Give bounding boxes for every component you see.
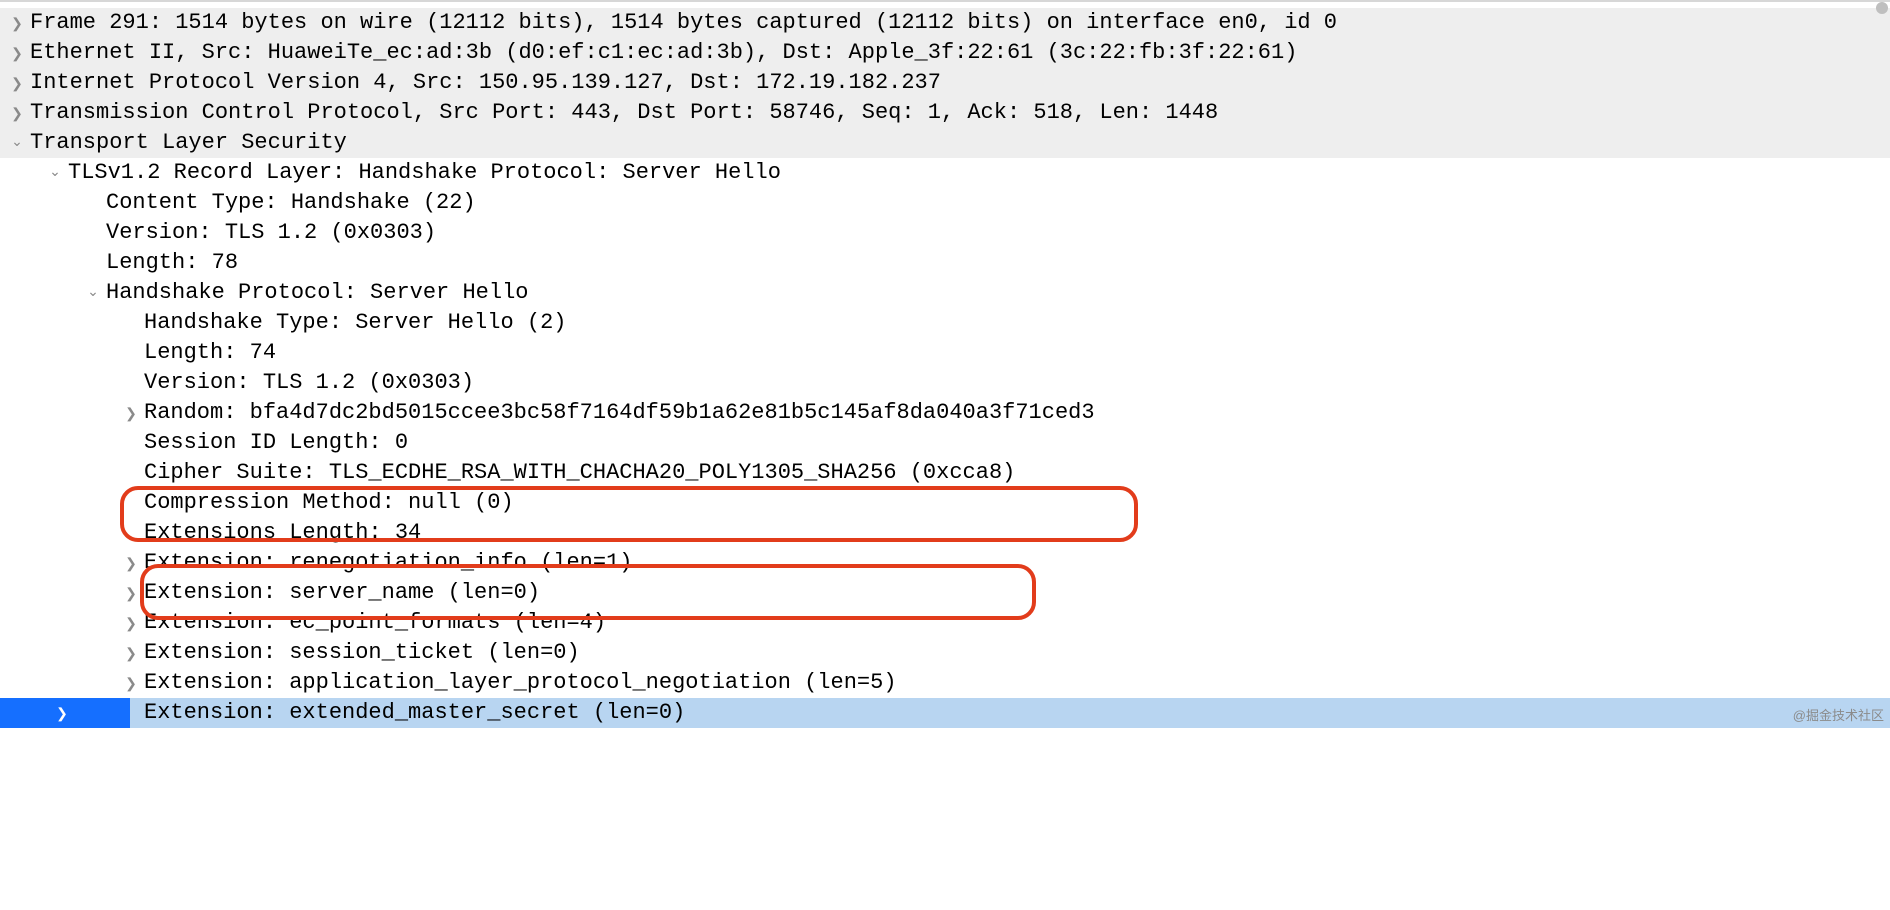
ip-row[interactable]: Internet Protocol Version 4, Src: 150.95… xyxy=(0,68,1890,98)
ethernet-text: Ethernet II, Src: HuaweiTe_ec:ad:3b (d0:… xyxy=(30,38,1297,67)
hs-version-row[interactable]: Version: TLS 1.2 (0x0303) xyxy=(0,368,1890,398)
chevron-right-icon xyxy=(124,578,138,608)
ext-renegotiation-text: Extension: renegotiation_info (len=1) xyxy=(144,548,632,577)
length-text: Length: 78 xyxy=(106,248,238,277)
chevron-right-icon xyxy=(10,68,24,98)
compression-text: Compression Method: null (0) xyxy=(144,488,514,517)
ext-sni-text: Extension: server_name (len=0) xyxy=(144,578,540,607)
chevron-down-icon xyxy=(86,278,100,308)
scrollbar-thumb[interactable] xyxy=(1876,2,1888,14)
chevron-right-icon xyxy=(124,608,138,638)
content-type-text: Content Type: Handshake (22) xyxy=(106,188,476,217)
ext-renegotiation-row[interactable]: Extension: renegotiation_info (len=1) xyxy=(0,548,1890,578)
chevron-right-icon xyxy=(55,698,69,728)
ext-ecpoint-text: Extension: ec_point_formats (len=4) xyxy=(144,608,606,637)
record-text: TLSv1.2 Record Layer: Handshake Protocol… xyxy=(68,158,781,187)
ip-text: Internet Protocol Version 4, Src: 150.95… xyxy=(30,68,941,97)
frame-text: Frame 291: 1514 bytes on wire (12112 bit… xyxy=(30,8,1337,37)
handshake-text: Handshake Protocol: Server Hello xyxy=(106,278,528,307)
compression-row[interactable]: Compression Method: null (0) xyxy=(0,488,1890,518)
chevron-right-icon xyxy=(124,638,138,668)
tcp-row[interactable]: Transmission Control Protocol, Src Port:… xyxy=(0,98,1890,128)
ext-session-ticket-text: Extension: session_ticket (len=0) xyxy=(144,638,580,667)
ext-alpn-row[interactable]: Extension: application_layer_protocol_ne… xyxy=(0,668,1890,698)
packet-details-panel: Frame 291: 1514 bytes on wire (12112 bit… xyxy=(0,0,1890,728)
tls-text: Transport Layer Security xyxy=(30,128,347,157)
frame-row[interactable]: Frame 291: 1514 bytes on wire (12112 bit… xyxy=(0,8,1890,38)
ext-ecpoint-row[interactable]: Extension: ec_point_formats (len=4) xyxy=(0,608,1890,638)
version-text: Version: TLS 1.2 (0x0303) xyxy=(106,218,436,247)
ext-sni-row[interactable]: Extension: server_name (len=0) xyxy=(0,578,1890,608)
tls-row[interactable]: Transport Layer Security xyxy=(0,128,1890,158)
hs-length-text: Length: 74 xyxy=(144,338,276,367)
chevron-right-icon xyxy=(10,38,24,68)
chevron-right-icon xyxy=(124,398,138,428)
extensions-length-row[interactable]: Extensions Length: 34 xyxy=(0,518,1890,548)
hs-length-row[interactable]: Length: 74 xyxy=(0,338,1890,368)
chevron-right-icon xyxy=(124,668,138,698)
ext-ems-row-selected[interactable]: Extension: extended_master_secret (len=0… xyxy=(0,698,1890,728)
content-type-row[interactable]: Content Type: Handshake (22) xyxy=(0,188,1890,218)
ext-ems-text: Extension: extended_master_secret (len=0… xyxy=(144,698,685,727)
length-row[interactable]: Length: 78 xyxy=(0,248,1890,278)
random-row[interactable]: Random: bfa4d7dc2bd5015ccee3bc58f7164df5… xyxy=(0,398,1890,428)
top-layers-block: Frame 291: 1514 bytes on wire (12112 bit… xyxy=(0,8,1890,158)
tcp-text: Transmission Control Protocol, Src Port:… xyxy=(30,98,1218,127)
ext-alpn-text: Extension: application_layer_protocol_ne… xyxy=(144,668,897,697)
session-id-length-row[interactable]: Session ID Length: 0 xyxy=(0,428,1890,458)
cipher-suite-text: Cipher Suite: TLS_ECDHE_RSA_WITH_CHACHA2… xyxy=(144,458,1015,487)
ethernet-row[interactable]: Ethernet II, Src: HuaweiTe_ec:ad:3b (d0:… xyxy=(0,38,1890,68)
hs-version-text: Version: TLS 1.2 (0x0303) xyxy=(144,368,474,397)
handshake-row[interactable]: Handshake Protocol: Server Hello xyxy=(0,278,1890,308)
cipher-suite-row[interactable]: Cipher Suite: TLS_ECDHE_RSA_WITH_CHACHA2… xyxy=(0,458,1890,488)
chevron-down-icon xyxy=(48,158,62,188)
chevron-down-icon xyxy=(10,128,24,158)
random-text: Random: bfa4d7dc2bd5015ccee3bc58f7164df5… xyxy=(144,398,1095,427)
chevron-right-icon xyxy=(10,98,24,128)
watermark: @掘金技术社区 xyxy=(1793,707,1884,724)
extensions-length-text: Extensions Length: 34 xyxy=(144,518,421,547)
session-id-length-text: Session ID Length: 0 xyxy=(144,428,408,457)
chevron-right-icon xyxy=(10,8,24,38)
hs-type-row[interactable]: Handshake Type: Server Hello (2) xyxy=(0,308,1890,338)
ext-session-ticket-row[interactable]: Extension: session_ticket (len=0) xyxy=(0,638,1890,668)
hs-type-text: Handshake Type: Server Hello (2) xyxy=(144,308,566,337)
record-layer-row[interactable]: TLSv1.2 Record Layer: Handshake Protocol… xyxy=(0,158,1890,188)
version-row[interactable]: Version: TLS 1.2 (0x0303) xyxy=(0,218,1890,248)
chevron-right-icon xyxy=(124,548,138,578)
selection-gutter xyxy=(0,698,130,728)
